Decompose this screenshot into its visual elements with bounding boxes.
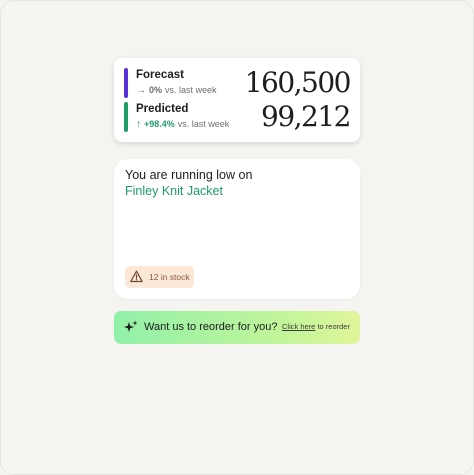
reorder-link[interactable]: Click here <box>282 322 315 331</box>
forecast-value: 160,500 <box>244 66 352 99</box>
predicted-value: 99,212 <box>261 100 351 133</box>
predicted-change-suffix: vs. last week <box>177 119 230 129</box>
low-stock-title: You are running low on <box>125 168 253 182</box>
low-stock-card: You are running low on Finley Knit Jacke… <box>114 159 360 299</box>
forecast-change-pct: 0% <box>149 85 163 95</box>
metric-row-predicted: Predicted ↑ +98.4% vs. last week 99,212 <box>114 101 360 135</box>
predicted-change-pct: +98.4% <box>144 119 175 129</box>
stock-count-text: 12 in stock <box>149 272 190 282</box>
metric-row-forecast: Forecast → 0% vs. last week 160,500 <box>114 67 360 101</box>
reorder-link-suffix: to reorder <box>317 322 350 331</box>
forecast-label: Forecast <box>136 69 184 81</box>
arrow-right-icon: → <box>136 85 146 96</box>
metrics-card: Forecast → 0% vs. last week 160,500 Predic… <box>114 58 360 142</box>
warning-triangle-icon <box>130 270 143 283</box>
predicted-accent-bar <box>124 102 128 132</box>
arrow-up-icon: ↑ <box>136 119 141 130</box>
reorder-question: Want us to reorder for you? <box>144 321 278 333</box>
forecast-accent-bar <box>124 68 128 98</box>
sparkle-icon <box>124 320 138 332</box>
forecast-change: → 0% vs. last week <box>136 85 217 96</box>
reorder-banner: Want us to reorder for you? Click here t… <box>114 311 360 344</box>
forecast-change-suffix: vs. last week <box>165 85 217 95</box>
low-stock-product[interactable]: Finley Knit Jacket <box>125 184 223 198</box>
predicted-change: ↑ +98.4% vs. last week <box>136 119 229 130</box>
reorder-cta: Click here to reorder <box>282 322 350 331</box>
stock-count-badge: 12 in stock <box>125 266 194 288</box>
predicted-label: Predicted <box>136 103 189 115</box>
